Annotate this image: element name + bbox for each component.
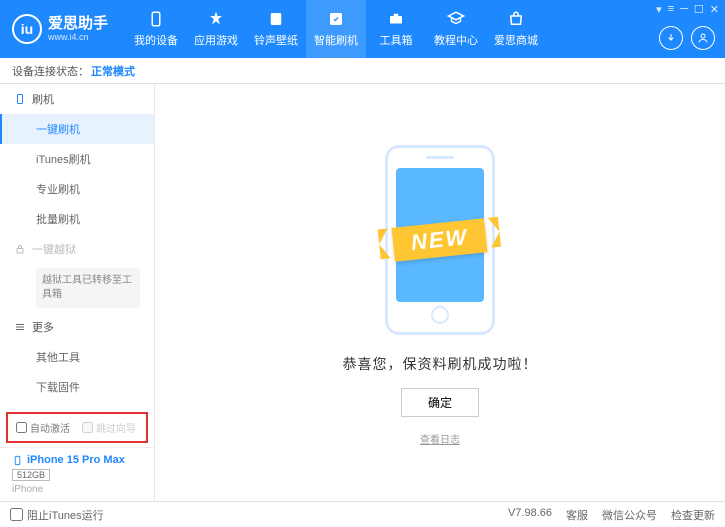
sidebar: 刷机 一键刷机 iTunes刷机 专业刷机 批量刷机 一键越狱 越狱工具已转移至…	[0, 84, 155, 501]
sidebar-item-batch-flash[interactable]: 批量刷机	[0, 204, 154, 234]
sidebar-item-advanced[interactable]: 高级功能	[0, 402, 154, 408]
close-icon[interactable]: ✕	[710, 3, 719, 16]
checkbox-skip-setup[interactable]: 跳过向导	[82, 420, 136, 435]
top-nav: 我的设备 应用游戏 铃声壁纸 智能刷机 工具箱 教程中心 爱思商城	[126, 0, 546, 58]
status-value: 正常模式	[91, 63, 135, 79]
logo-icon: iu	[12, 14, 42, 44]
sidebar-item-other-tools[interactable]: 其他工具	[0, 342, 154, 372]
app-logo: iu 爱思助手 www.i4.cn	[12, 14, 108, 44]
nav-ringtones[interactable]: 铃声壁纸	[246, 0, 306, 58]
activation-options-row: 自动激活 跳过向导	[6, 412, 148, 443]
app-header: iu 爱思助手 www.i4.cn 我的设备 应用游戏 铃声壁纸 智能刷机 工具…	[0, 0, 725, 58]
sidebar-item-oneclick-flash[interactable]: 一键刷机	[0, 114, 154, 144]
jailbreak-moved-note: 越狱工具已转移至工具箱	[36, 268, 140, 308]
main-content: NEW 恭喜您，保资料刷机成功啦！ 确定 查看日志	[155, 84, 725, 501]
sidebar-item-download-firmware[interactable]: 下载固件	[0, 372, 154, 402]
sidebar-cat-flash[interactable]: 刷机	[0, 84, 154, 114]
device-name[interactable]: iPhone 15 Pro Max	[12, 454, 142, 466]
nav-tutorials[interactable]: 教程中心	[426, 0, 486, 58]
device-type: iPhone	[12, 484, 142, 495]
menu-icon[interactable]: ▾	[656, 3, 662, 16]
settings-icon[interactable]: ≡	[668, 3, 674, 16]
minimize-icon[interactable]: ─	[680, 3, 688, 16]
sidebar-cat-more[interactable]: 更多	[0, 312, 154, 342]
view-log-link[interactable]: 查看日志	[420, 431, 460, 446]
success-illustration: NEW	[350, 140, 530, 340]
nav-store[interactable]: 爱思商城	[486, 0, 546, 58]
maximize-icon[interactable]: ☐	[694, 3, 704, 16]
sidebar-item-itunes-flash[interactable]: iTunes刷机	[0, 144, 154, 174]
nav-toolbox[interactable]: 工具箱	[366, 0, 426, 58]
nav-my-device[interactable]: 我的设备	[126, 0, 186, 58]
window-controls: ▾ ≡ ─ ☐ ✕	[656, 3, 719, 16]
footer: 阻止iTunes运行 V7.98.66 客服 微信公众号 检查更新	[0, 501, 725, 527]
device-info-panel: iPhone 15 Pro Max 512GB iPhone	[0, 447, 154, 501]
version-label: V7.98.66	[508, 507, 552, 523]
nav-apps-games[interactable]: 应用游戏	[186, 0, 246, 58]
checkbox-auto-activate[interactable]: 自动激活	[16, 420, 70, 435]
success-message: 恭喜您，保资料刷机成功啦！	[343, 354, 538, 374]
status-label: 设备连接状态：	[12, 63, 89, 79]
user-icon[interactable]	[691, 26, 715, 50]
sidebar-item-pro-flash[interactable]: 专业刷机	[0, 174, 154, 204]
footer-link-wechat[interactable]: 微信公众号	[602, 507, 657, 523]
status-bar: 设备连接状态： 正常模式	[0, 58, 725, 84]
download-icon[interactable]	[659, 26, 683, 50]
footer-link-update[interactable]: 检查更新	[671, 507, 715, 523]
nav-smart-flash[interactable]: 智能刷机	[306, 0, 366, 58]
sidebar-cat-jailbreak: 一键越狱	[0, 234, 154, 264]
ok-button[interactable]: 确定	[401, 388, 479, 417]
app-title: 爱思助手	[48, 16, 108, 31]
device-capacity: 512GB	[12, 469, 50, 481]
footer-link-support[interactable]: 客服	[566, 507, 588, 523]
header-right-icons	[659, 26, 715, 50]
checkbox-block-itunes[interactable]: 阻止iTunes运行	[10, 507, 104, 523]
app-url: www.i4.cn	[48, 33, 108, 42]
